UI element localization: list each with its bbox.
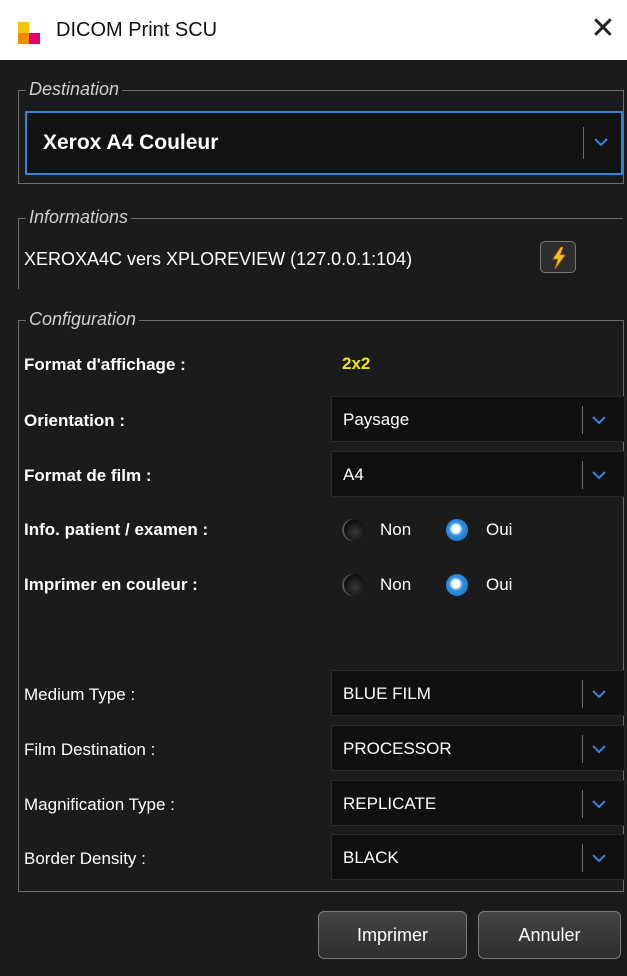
destination-select[interactable]: Xerox A4 Couleur xyxy=(25,111,623,175)
patient-info-yes-radio[interactable] xyxy=(446,519,468,541)
film-format-value: A4 xyxy=(343,465,364,484)
color-print-no-radio[interactable] xyxy=(342,574,364,596)
magnification-separator xyxy=(582,790,583,818)
film-destination-label: Film Destination : xyxy=(24,740,156,759)
film-format-label: Format de film : xyxy=(24,466,152,485)
orientation-value: Paysage xyxy=(343,410,410,429)
chevron-down-icon xyxy=(592,471,606,480)
magnification-label: Magnification Type : xyxy=(24,795,175,814)
film-format-separator xyxy=(582,461,583,489)
orientation-separator xyxy=(582,406,583,434)
connection-info: XEROXA4C vers XPLOREVIEW (127.0.0.1:104) xyxy=(24,249,413,269)
format-value: 2x2 xyxy=(342,354,371,373)
color-print-label: Imprimer en couleur : xyxy=(24,575,198,594)
chevron-down-icon xyxy=(592,416,606,425)
film-format-select[interactable]: A4 xyxy=(331,451,625,497)
close-button[interactable]: ✕ xyxy=(588,12,618,46)
border-density-separator xyxy=(582,844,583,872)
border-density-select[interactable]: BLACK xyxy=(331,834,625,880)
medium-type-label: Medium Type : xyxy=(24,685,136,704)
magnification-select[interactable]: REPLICATE xyxy=(331,780,625,826)
medium-type-value: BLUE FILM xyxy=(343,684,431,703)
border-density-label: Border Density : xyxy=(24,849,146,868)
chevron-down-icon xyxy=(592,854,606,863)
color-print-yes-label: Oui xyxy=(486,575,513,594)
informations-legend: Informations xyxy=(26,207,132,228)
color-print-yes-radio[interactable] xyxy=(446,574,468,596)
orientation-label: Orientation : xyxy=(24,411,126,430)
border-density-value: BLACK xyxy=(343,848,399,867)
chevron-down-icon xyxy=(594,138,608,147)
patient-info-no-radio[interactable] xyxy=(342,519,364,541)
configuration-legend: Configuration xyxy=(26,309,140,330)
orientation-select[interactable]: Paysage xyxy=(331,396,625,442)
test-connection-button[interactable] xyxy=(540,241,576,273)
format-label: Format d'affichage : xyxy=(24,355,186,374)
medium-type-select[interactable]: BLUE FILM xyxy=(331,670,625,716)
chevron-down-icon xyxy=(592,800,606,809)
film-destination-select[interactable]: PROCESSOR xyxy=(331,725,625,771)
film-destination-value: PROCESSOR xyxy=(343,739,452,758)
destination-value: Xerox A4 Couleur xyxy=(43,131,219,154)
magnification-value: REPLICATE xyxy=(343,794,437,813)
color-print-no-label: Non xyxy=(380,575,412,594)
lightning-icon xyxy=(552,247,566,269)
window-title: DICOM Print SCU xyxy=(56,19,218,41)
patient-info-yes-label: Oui xyxy=(486,520,513,539)
chevron-down-icon xyxy=(592,745,606,754)
cancel-button[interactable]: Annuler xyxy=(478,911,621,959)
print-button[interactable]: Imprimer xyxy=(318,911,467,959)
destination-legend: Destination xyxy=(26,79,123,100)
chevron-down-icon xyxy=(592,690,606,699)
title-bar: DICOM Print SCU ✕ xyxy=(0,0,627,60)
app-icon xyxy=(18,22,40,44)
medium-type-separator xyxy=(582,680,583,708)
destination-select-separator xyxy=(583,127,584,159)
patient-info-no-label: Non xyxy=(380,520,412,539)
film-destination-separator xyxy=(582,735,583,763)
patient-info-label: Info. patient / examen : xyxy=(24,520,209,539)
